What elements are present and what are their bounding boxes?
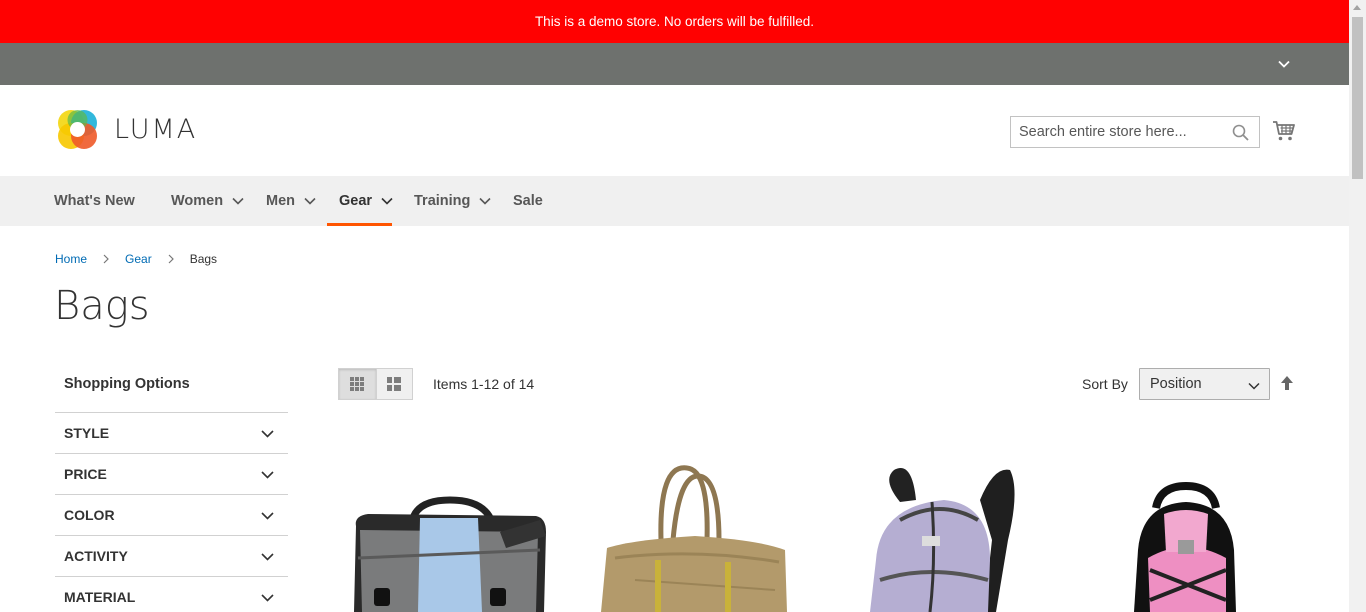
scroll-up-arrow-icon[interactable] [1353,5,1361,10]
chevron-down-icon [381,197,393,205]
chevron-down-icon [261,430,274,438]
header-panel [0,43,1349,85]
demo-notice-text: This is a demo store. No orders will be … [534,14,815,29]
nav-item-label: Women [171,193,224,209]
filter-color[interactable]: Color [55,494,288,535]
chevron-down-icon[interactable] [1277,57,1291,71]
cart-icon[interactable] [1272,119,1296,143]
grid-view-button[interactable] [339,369,376,399]
search-box [1010,116,1260,148]
filter-price[interactable]: Price [55,453,288,494]
chevron-down-icon [261,471,274,479]
product-image-messenger-bag[interactable] [350,440,550,612]
luma-logo-icon [58,110,97,149]
filter-label: Activity [64,548,128,564]
demo-notice: This is a demo store. No orders will be … [0,0,1349,43]
shopping-options-title: Shopping Options [64,376,190,392]
sort-direction-arrow-icon[interactable] [1280,375,1294,391]
nav-item-label: Sale [513,193,543,209]
sort-by-value: Position [1150,376,1202,392]
nav-item-women[interactable]: Women [171,176,244,226]
search-input[interactable] [1011,117,1221,147]
nav-item-label: Men [266,193,295,209]
chevron-right-icon [168,254,174,264]
nav-item-label: Training [414,193,471,209]
page-header: LUMA [0,85,1349,176]
nav-item-men[interactable]: Men [266,176,316,226]
sort-by-label: Sort By [1082,376,1128,392]
chevron-down-icon [261,594,274,602]
filter-label: Material [64,589,136,605]
breadcrumb-current: Bags [189,252,218,266]
breadcrumb-home[interactable]: Home [55,252,87,266]
nav-item-training[interactable]: Training [414,176,491,226]
product-image-lavender-backpack[interactable] [840,440,1040,612]
filter-style[interactable]: Style [55,412,288,453]
pink-black-backpack-icon [1134,481,1236,612]
list-icon [387,377,402,391]
view-mode-switcher [338,368,413,400]
logo-text: LUMA [114,114,198,145]
nav-item-sale[interactable]: Sale [513,176,543,226]
chevron-down-icon [261,512,274,520]
chevron-down-icon [479,197,491,205]
filter-label: Style [64,425,110,441]
chevron-down-icon [304,197,316,205]
breadcrumb-gear[interactable]: Gear [125,252,152,266]
chevron-right-icon [103,254,109,264]
filter-label: Color [64,507,115,523]
filter-activity[interactable]: Activity [55,535,288,576]
store-logo[interactable]: LUMA [55,107,197,152]
sort-by-select[interactable]: Position [1139,368,1270,400]
chevron-down-icon [1248,382,1260,390]
nav-active-indicator [327,223,392,226]
tote-bag-icon [601,465,787,612]
nav-item-label: What's New [54,193,135,209]
product-image-tote-bag[interactable] [595,440,795,612]
breadcrumb: Home Gear Bags [55,252,217,266]
nav-item-whats-new[interactable]: What's New [54,176,135,226]
nav-item-label: Gear [339,193,373,209]
chevron-down-icon [261,553,274,561]
page-scrollbar[interactable] [1349,0,1366,612]
scrollbar-thumb[interactable] [1352,17,1363,179]
main-navigation: What's New Women Men Gear Training Sale [0,176,1349,226]
search-icon[interactable] [1232,124,1249,141]
filter-material[interactable]: Material [55,576,288,612]
lavender-backpack-icon [870,468,1015,612]
grid-icon [350,377,365,391]
page-title: Bags [54,283,150,329]
toolbar-item-count: Items 1-12 of 14 [433,376,535,392]
messenger-bag-icon [354,496,546,612]
product-image-pink-backpack[interactable] [1090,440,1290,612]
list-view-button[interactable] [375,369,412,399]
filter-label: Price [64,466,107,482]
chevron-down-icon [232,197,244,205]
nav-item-gear[interactable]: Gear [339,176,393,226]
